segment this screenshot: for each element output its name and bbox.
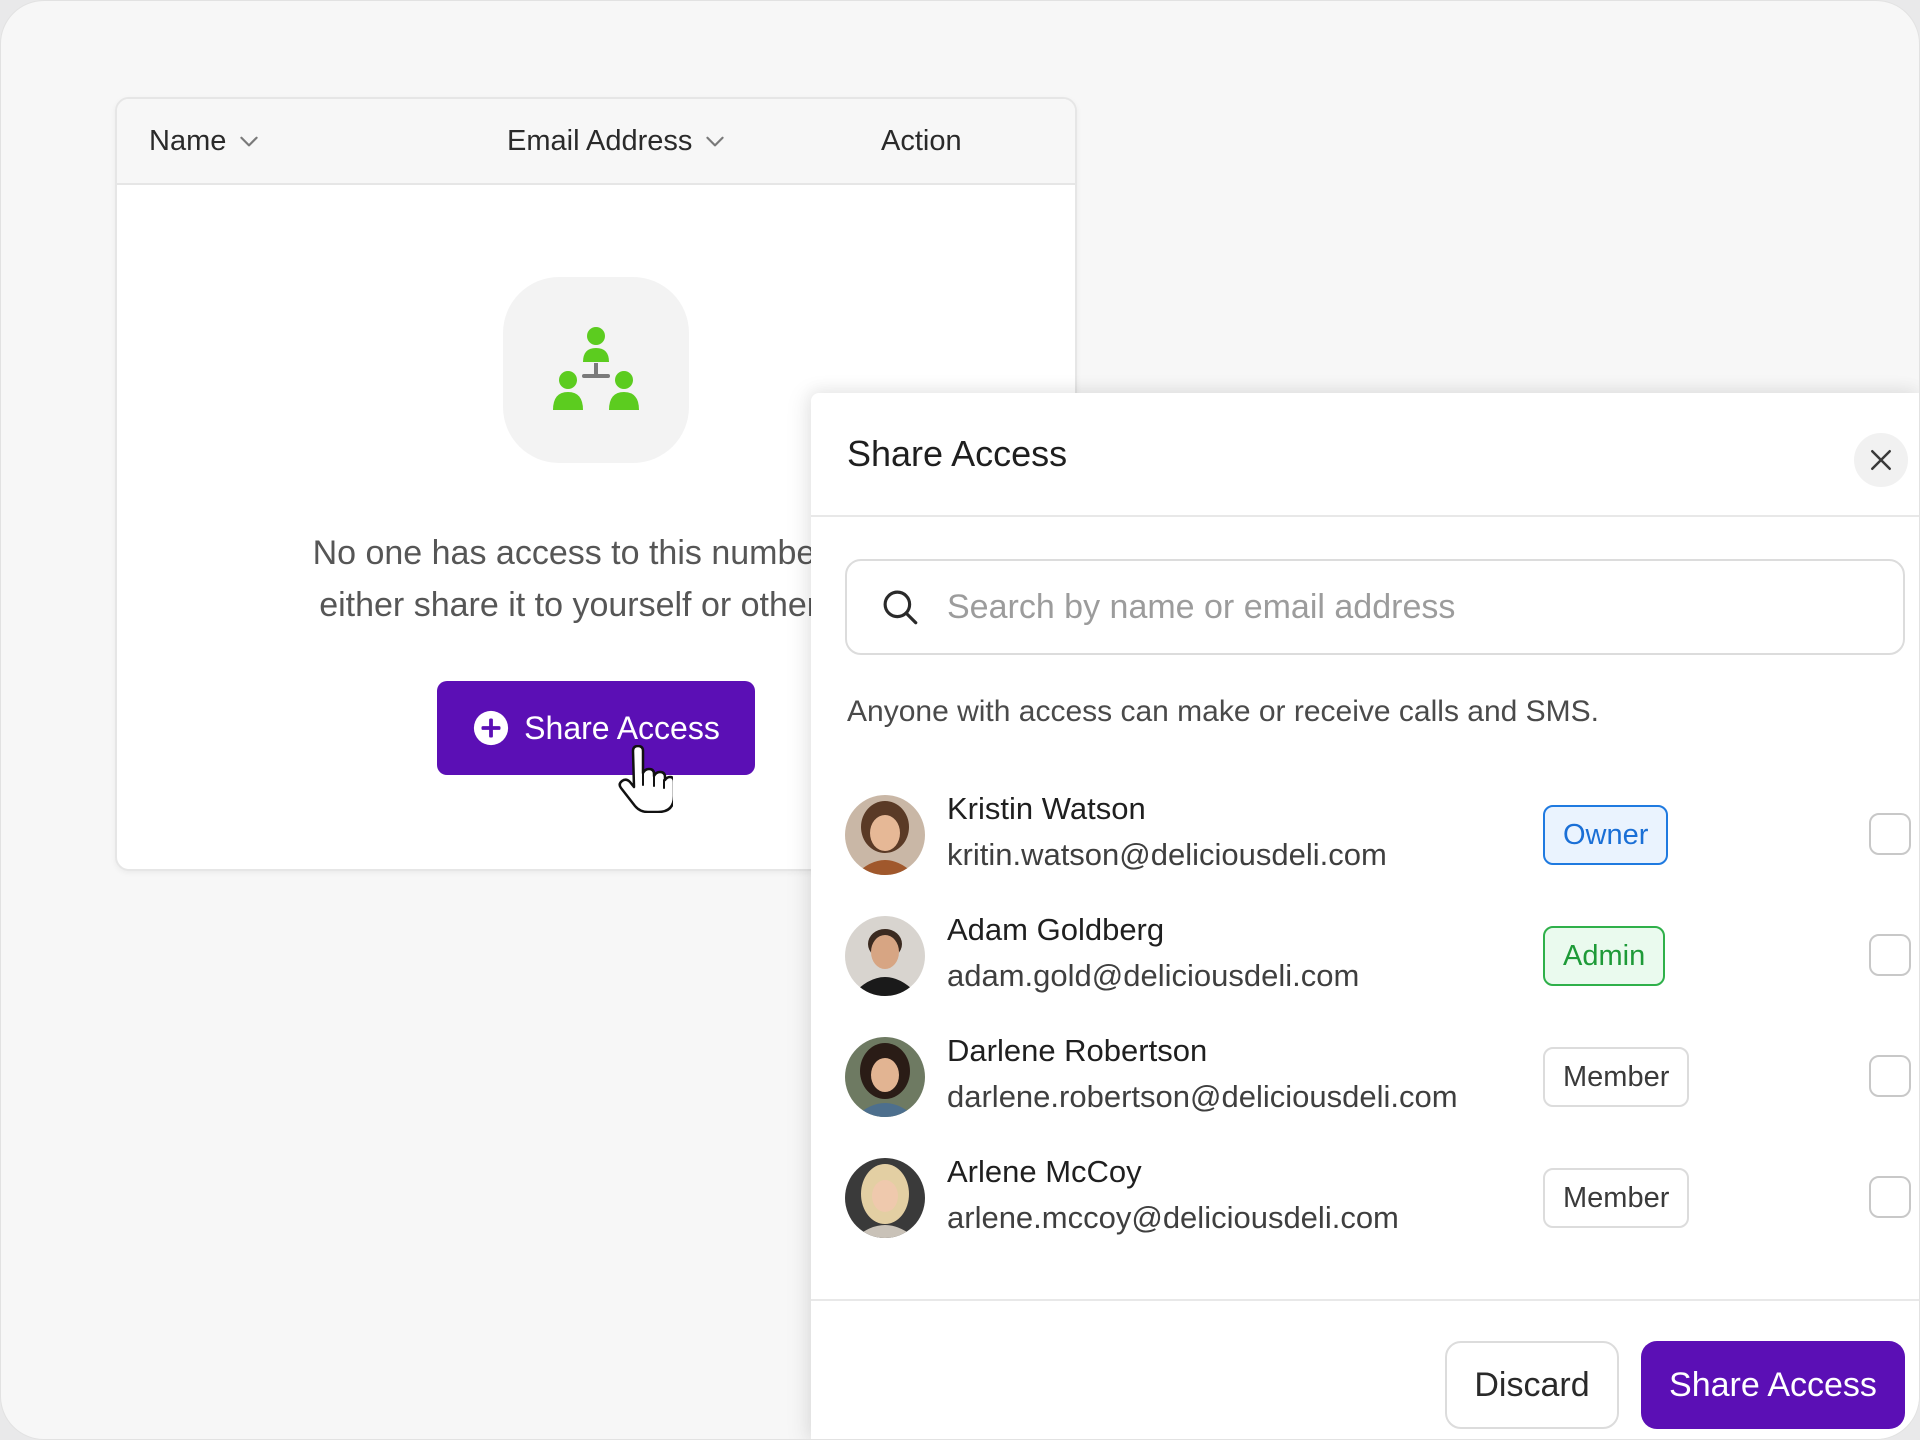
avatar (845, 1158, 925, 1238)
user-name: Darlene Robertson (947, 1033, 1208, 1068)
share-access-button[interactable]: Share Access (437, 681, 755, 775)
user-photo-icon (845, 1158, 925, 1238)
user-photo-icon (845, 1037, 925, 1117)
role-badge-admin: Admin (1543, 926, 1666, 986)
user-select-checkbox[interactable] (1869, 1176, 1911, 1218)
column-header-action: Action (881, 99, 962, 183)
column-header-name-label: Name (149, 124, 227, 157)
team-hierarchy-icon (553, 327, 639, 410)
access-info-text: Anyone with access can make or receive c… (847, 695, 1600, 728)
user-row: Adam Goldberg adam.gold@deliciousdeli.co… (845, 912, 1919, 1002)
panel-footer: Discard Share Access (811, 1299, 1919, 1439)
table-header: Name Email Address Action (117, 99, 1075, 185)
share-access-submit-button[interactable]: Share Access (1641, 1341, 1905, 1429)
user-select-checkbox[interactable] (1869, 1055, 1911, 1097)
share-access-button-label: Share Access (524, 709, 720, 746)
close-icon (1871, 450, 1891, 470)
search-icon (883, 590, 918, 625)
column-header-email-label: Email Address (507, 124, 693, 157)
hand-pointer-cursor-icon (618, 745, 673, 813)
user-email: darlene.robertson@deliciousdeli.com (947, 1079, 1458, 1114)
chevron-down-icon (706, 136, 725, 147)
empty-state-icon-container (503, 277, 689, 463)
share-access-panel: Share Access Anyone with access can make… (811, 393, 1919, 1439)
search-field[interactable] (845, 559, 1905, 655)
column-header-email[interactable]: Email Address (507, 99, 728, 183)
role-badge-member: Member (1543, 1047, 1690, 1107)
avatar (845, 916, 925, 996)
user-email: kritin.watson@deliciousdeli.com (947, 837, 1387, 872)
search-input[interactable] (945, 586, 1849, 628)
user-email: adam.gold@deliciousdeli.com (947, 958, 1360, 993)
user-name: Kristin Watson (947, 791, 1146, 826)
discard-button[interactable]: Discard (1445, 1341, 1619, 1429)
panel-title: Share Access (847, 433, 1068, 474)
user-photo-icon (845, 916, 925, 996)
plus-circle-icon (474, 710, 509, 746)
app-frame: Name Email Address Action No one has acc… (0, 0, 1920, 1440)
chevron-down-icon (240, 136, 259, 147)
user-photo-icon (845, 795, 925, 875)
column-header-action-label: Action (881, 124, 962, 157)
panel-header: Share Access (811, 393, 1919, 517)
avatar (845, 1037, 925, 1117)
role-badge-member: Member (1543, 1168, 1690, 1228)
user-email: arlene.mccoy@deliciousdeli.com (947, 1200, 1399, 1235)
user-row: Arlene McCoy arlene.mccoy@deliciousdeli.… (845, 1154, 1919, 1244)
user-name: Adam Goldberg (947, 912, 1165, 947)
user-row: Darlene Robertson darlene.robertson@deli… (845, 1033, 1919, 1123)
user-select-checkbox[interactable] (1869, 813, 1911, 855)
user-row: Kristin Watson kritin.watson@deliciousde… (845, 791, 1919, 881)
user-select-checkbox[interactable] (1869, 934, 1911, 976)
close-button[interactable] (1854, 433, 1908, 487)
column-header-name[interactable]: Name (149, 99, 262, 183)
user-name: Arlene McCoy (947, 1154, 1142, 1189)
role-badge-owner: Owner (1543, 805, 1669, 865)
avatar (845, 795, 925, 875)
